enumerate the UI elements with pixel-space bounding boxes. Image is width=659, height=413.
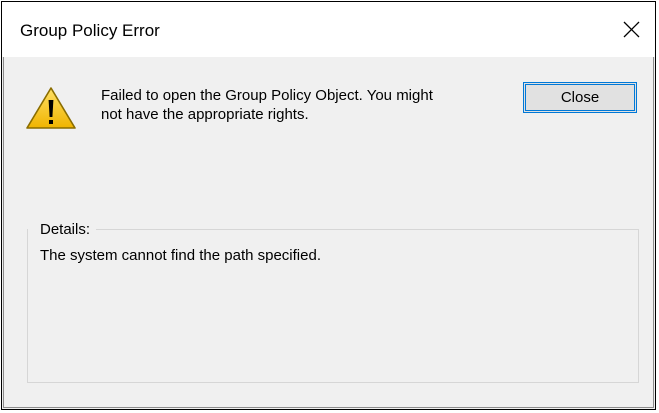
close-button[interactable]: Close <box>523 82 637 113</box>
window-title: Group Policy Error <box>20 21 160 40</box>
close-window-button[interactable] <box>613 13 649 45</box>
error-message: Failed to open the Group Policy Object. … <box>101 86 501 124</box>
close-icon <box>623 21 640 38</box>
details-text: The system cannot find the path specifie… <box>40 247 321 264</box>
details-label: Details: <box>40 221 93 238</box>
error-message-line-2: not have the appropriate rights. <box>101 106 309 123</box>
title-bar[interactable]: Group Policy Error <box>2 2 655 57</box>
dialog-window: Group Policy Error Failed to open the Gr… <box>1 1 656 410</box>
warning-icon <box>24 85 78 131</box>
error-message-line-1: Failed to open the Group Policy Object. … <box>101 87 433 104</box>
